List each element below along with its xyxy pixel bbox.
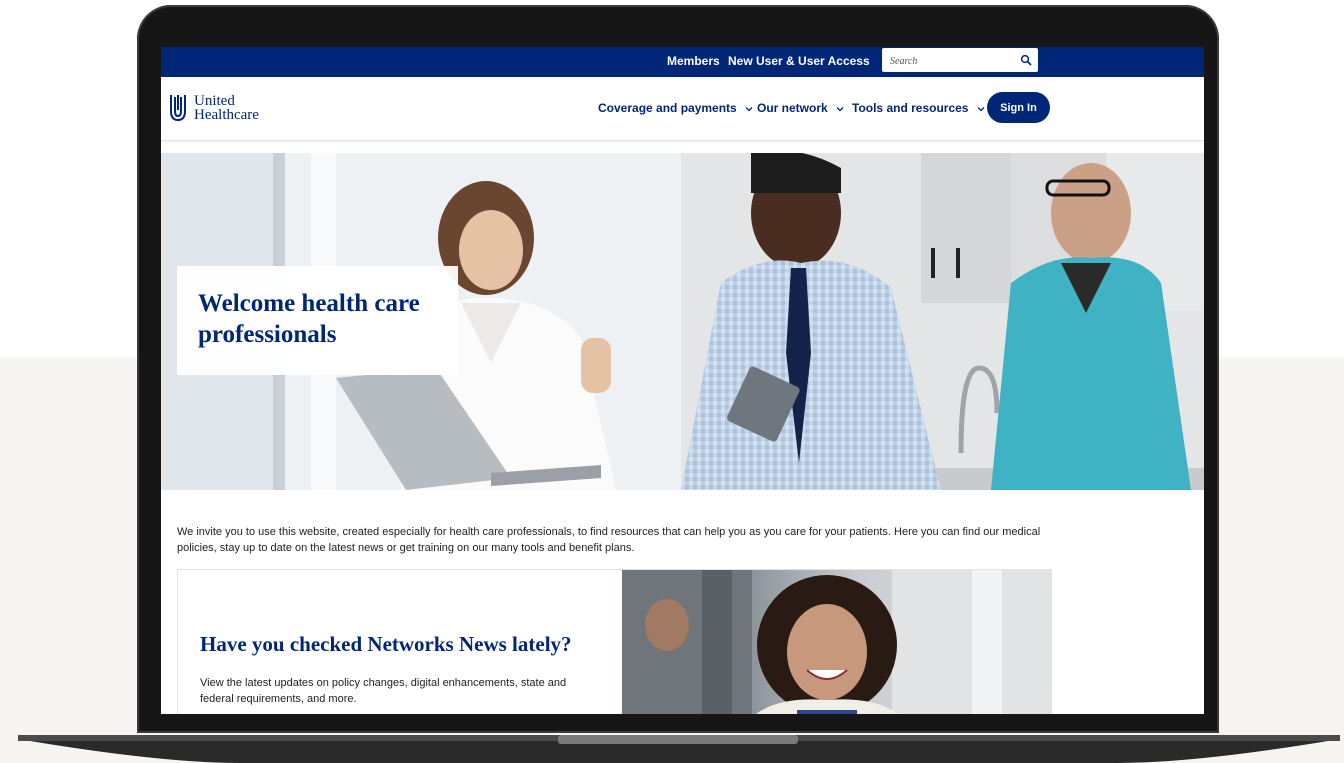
news-card-text: View the latest updates on policy change… — [200, 677, 567, 705]
nav-tools-and-resources[interactable]: Tools and resources — [852, 101, 985, 115]
search-box — [882, 48, 1038, 72]
utility-bar: Members New User & User Access — [161, 47, 1204, 77]
sign-in-button[interactable]: Sign In — [987, 92, 1050, 123]
search-input[interactable] — [888, 51, 1017, 71]
hero-title-card: Welcome health care professionals — [177, 266, 458, 375]
logo-wordmark: United Healthcare — [194, 93, 259, 123]
nav-label: Tools and resources — [852, 101, 969, 115]
woman-smiling-photo — [622, 570, 1051, 714]
laptop-screen: Members New User & User Access United He… — [161, 47, 1204, 714]
uhc-logo-mark-icon — [170, 95, 186, 122]
chevron-down-icon — [836, 106, 844, 112]
nav-label: Our network — [757, 101, 828, 115]
main-navigation: United Healthcare Coverage and payments … — [161, 77, 1204, 141]
hero-banner: Welcome health care professionals — [161, 153, 1204, 490]
search-icon[interactable] — [1020, 54, 1032, 66]
news-card-photo — [622, 570, 1051, 714]
new-user-access-link[interactable]: New User & User Access — [728, 54, 870, 68]
news-card-title: Have you checked Networks News lately? — [200, 632, 572, 656]
nav-our-network[interactable]: Our network — [757, 101, 844, 115]
nav-label: Coverage and payments — [598, 101, 737, 115]
logo-line-1: United — [194, 93, 235, 109]
chevron-down-icon — [977, 106, 985, 112]
intro-paragraph: We invite you to use this website, creat… — [177, 526, 1041, 554]
logo-line-2: Healthcare — [194, 107, 259, 123]
chevron-down-icon — [745, 106, 753, 112]
hero-title: Welcome health care professionals — [198, 290, 420, 348]
members-link[interactable]: Members — [667, 54, 720, 68]
laptop-base — [18, 733, 1340, 763]
nav-coverage-and-payments[interactable]: Coverage and payments — [598, 101, 753, 115]
networks-news-card[interactable]: Have you checked Networks News lately? V… — [177, 569, 1052, 714]
